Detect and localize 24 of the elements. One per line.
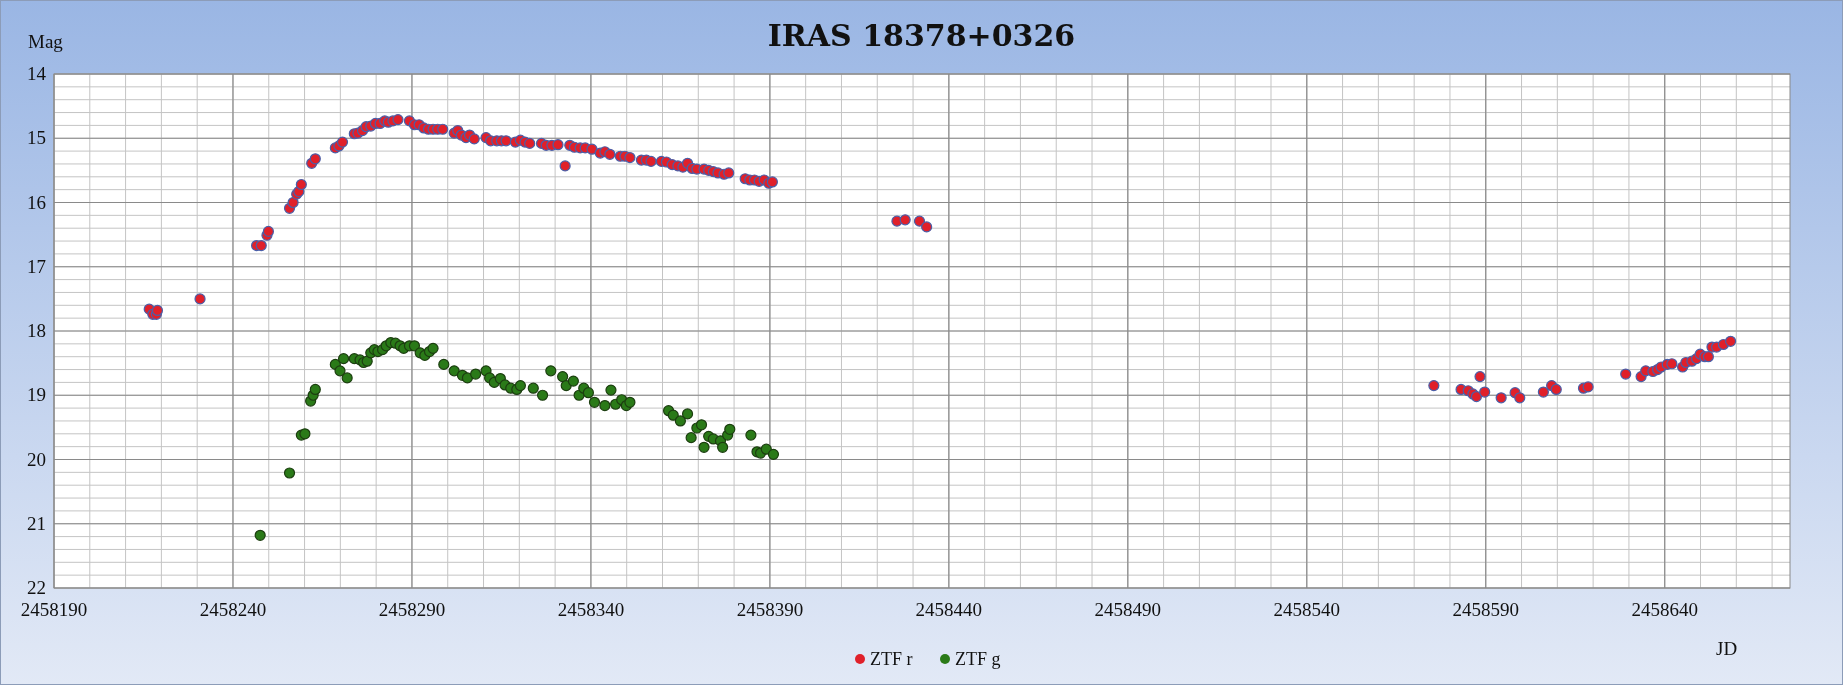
x-tick-label: 2458440: [915, 599, 983, 620]
x-tick-label: 2458590: [1452, 599, 1519, 620]
x-tick-label: 2458290: [378, 599, 446, 620]
y-tick-label: 21: [27, 512, 46, 534]
y-axis-label: Mag: [28, 31, 63, 52]
x-tick-label: 2458640: [1631, 599, 1698, 620]
y-tick-label: 15: [27, 127, 46, 149]
chart-title: IRAS 18378+0326: [767, 18, 1076, 53]
x-tick-label: 2458190: [20, 599, 88, 620]
y-tick-label: 16: [27, 191, 46, 213]
legend-label: ZTF g: [955, 649, 1001, 669]
x-tick-label: 2458390: [736, 599, 804, 620]
x-tick-label: 2458340: [557, 599, 625, 620]
x-tick-label: 2458540: [1273, 599, 1341, 620]
y-tick-label: 20: [27, 448, 46, 470]
y-tick-label: 14: [27, 63, 46, 84]
x-tick-label: 2458240: [199, 599, 267, 620]
y-tick-label: 17: [27, 255, 46, 277]
legend-label: ZTF r: [870, 649, 913, 669]
y-tick-label: 18: [27, 320, 46, 341]
y-tick-label: 22: [27, 577, 46, 598]
x-axis-label: JD: [1716, 638, 1738, 659]
x-tick-label: 2458490: [1094, 599, 1162, 620]
y-tick-label: 19: [27, 384, 46, 406]
